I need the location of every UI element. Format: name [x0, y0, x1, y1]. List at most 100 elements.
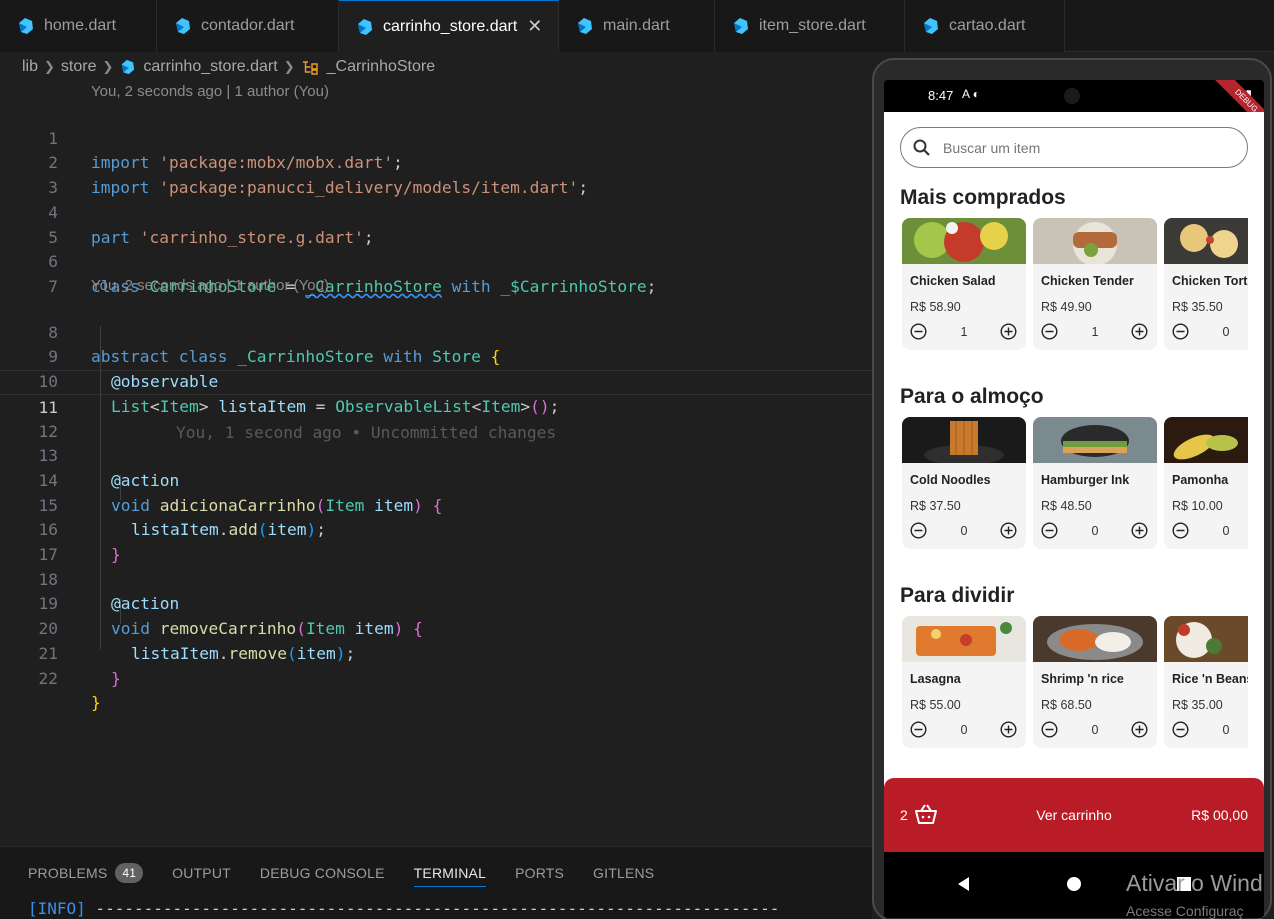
section-title: Mais comprados	[900, 186, 1066, 209]
plus-circle-icon[interactable]	[1000, 522, 1017, 539]
plus-circle-icon[interactable]	[1131, 323, 1148, 340]
minus-circle-icon[interactable]	[910, 721, 927, 738]
code-line: 20 listaItem.remove(item);	[0, 592, 872, 663]
editor-tab-bar: home.dart contador.dart carrinho_store.d…	[0, 0, 1274, 52]
code-editor[interactable]: You, 2 seconds ago | 1 author (You) 1 im…	[0, 80, 872, 840]
product-card[interactable]: Lasagna R$ 55.00 0	[902, 616, 1026, 748]
minus-circle-icon[interactable]	[910, 323, 927, 340]
product-card[interactable]: Rice 'n Beans R$ 35.00 0	[1164, 616, 1248, 748]
phone-screen: 8:47 A ◐ ▼ ▮ DEBUG Mais comprados Chicke…	[884, 80, 1264, 918]
tab-cartao-dart[interactable]: cartao.dart	[905, 0, 1065, 52]
codelens-blame[interactable]: You, 2 seconds ago | 1 author (You)	[0, 274, 872, 299]
panel-tabs: PROBLEMS 41 OUTPUT DEBUG CONSOLE TERMINAL…	[28, 859, 683, 887]
product-card[interactable]: Chicken Tort R$ 35.50 0	[1164, 218, 1248, 350]
tab-label: DEBUG CONSOLE	[259, 865, 385, 881]
tab-output[interactable]: OUTPUT	[172, 859, 231, 887]
food-image	[1164, 417, 1248, 463]
tab-carrinho-store-dart[interactable]: carrinho_store.dart ✕	[339, 0, 559, 52]
plus-circle-icon[interactable]	[1000, 721, 1017, 738]
tab-gitlens[interactable]: GITLENS	[593, 859, 654, 887]
product-price: R$ 37.50	[910, 499, 961, 513]
minus-circle-icon[interactable]	[1172, 323, 1189, 340]
product-card[interactable]: Chicken Salad R$ 58.90 1	[902, 218, 1026, 350]
product-card[interactable]: Chicken Tender R$ 49.90 1	[1033, 218, 1157, 350]
tab-terminal[interactable]: TERMINAL	[413, 859, 487, 887]
minus-circle-icon[interactable]	[1172, 721, 1189, 738]
dart-file-icon	[358, 18, 372, 35]
codelens-blame[interactable]: You, 2 seconds ago | 1 author (You)	[0, 80, 872, 105]
tab-debug-console[interactable]: DEBUG CONSOLE	[260, 859, 385, 887]
code-line: 15 listaItem.add(item);	[0, 469, 872, 540]
search-input[interactable]	[943, 138, 1233, 158]
code-line: 3	[0, 151, 872, 197]
terminal-info-tag: [INFO]	[28, 899, 86, 918]
tab-item-store-dart[interactable]: item_store.dart	[715, 0, 905, 52]
tab-contador-dart[interactable]: contador.dart	[157, 0, 339, 52]
food-image	[1033, 616, 1157, 662]
dart-file-icon	[122, 59, 135, 75]
code-line: 9 @observable	[0, 321, 872, 391]
blame-annotation[interactable]: You, 2 seconds ago | 1 author (You)	[91, 80, 329, 105]
terminal-output[interactable]: [INFO] ---------------------------------…	[28, 899, 779, 918]
dart-file-icon	[19, 18, 33, 34]
minus-circle-icon[interactable]	[1041, 721, 1058, 738]
tab-home-dart[interactable]: home.dart	[0, 0, 157, 52]
quantity-value: 0	[960, 524, 968, 538]
breadcrumb-symbol[interactable]: _CarrinhoStore	[327, 58, 436, 76]
product-card[interactable]: Shrimp 'n rice R$ 68.50 0	[1033, 616, 1157, 748]
search-field[interactable]	[900, 127, 1248, 168]
dart-file-icon	[176, 18, 190, 34]
code-line: 1 import 'package:mobx/mobx.dart';	[0, 102, 872, 173]
tab-label: GITLENS	[593, 865, 655, 881]
breadcrumb: lib ❯ store ❯ carrinho_store.dart ❯ _Car…	[0, 52, 870, 82]
quantity-value: 0	[1222, 325, 1230, 339]
breadcrumb-store[interactable]: store	[61, 58, 97, 76]
code-line: 4 part 'carrinho_store.g.dart';	[0, 176, 872, 247]
tab-ports[interactable]: PORTS	[515, 859, 564, 887]
code-line: 16 }	[0, 494, 872, 564]
code-line: 5	[0, 201, 872, 247]
chevron-right-icon: ❯	[283, 59, 295, 74]
plus-circle-icon[interactable]	[1131, 522, 1148, 539]
view-cart-button[interactable]: 2 Ver carrinho R$ 00,00	[884, 778, 1264, 852]
quantity-value: 0	[1222, 524, 1230, 538]
tab-label: TERMINAL	[413, 864, 487, 881]
plus-circle-icon[interactable]	[1131, 721, 1148, 738]
dart-file-icon	[578, 18, 592, 34]
product-card[interactable]: Pamonha R$ 10.00 0	[1164, 417, 1248, 549]
tab-main-dart[interactable]: main.dart	[559, 0, 715, 52]
minus-circle-icon[interactable]	[910, 522, 927, 539]
product-price: R$ 35.50	[1172, 300, 1223, 314]
status-icons: A ◐	[962, 87, 980, 101]
product-card[interactable]: Hamburger Ink R$ 48.50 0	[1033, 417, 1157, 549]
product-name: Hamburger Ink	[1041, 473, 1130, 487]
terminal-text: ----------------------------------------…	[85, 899, 780, 918]
code-line: 7	[0, 250, 872, 296]
product-name: Chicken Tort	[1172, 274, 1248, 288]
quantity-value: 0	[960, 723, 968, 737]
close-icon[interactable]: ✕	[527, 16, 542, 37]
breadcrumb-file[interactable]: carrinho_store.dart	[143, 58, 277, 76]
minus-circle-icon[interactable]	[1172, 522, 1189, 539]
minus-circle-icon[interactable]	[1041, 522, 1058, 539]
back-icon[interactable]	[954, 874, 974, 894]
product-card[interactable]: Cold Noodles R$ 37.50 0	[902, 417, 1026, 549]
tab-label: home.dart	[44, 17, 117, 34]
blame-annotation[interactable]: You, 2 seconds ago | 1 author (You)	[91, 274, 329, 299]
minus-circle-icon[interactable]	[1041, 323, 1058, 340]
product-price: R$ 68.50	[1041, 698, 1092, 712]
breadcrumb-lib[interactable]: lib	[22, 58, 38, 76]
home-icon[interactable]	[1064, 874, 1084, 894]
dart-file-icon	[734, 18, 748, 34]
tab-problems[interactable]: PROBLEMS 41	[28, 859, 144, 887]
food-image	[902, 616, 1026, 662]
problems-count-badge: 41	[115, 863, 144, 883]
bottom-panel: PROBLEMS 41 OUTPUT DEBUG CONSOLE TERMINAL…	[0, 846, 872, 919]
plus-circle-icon[interactable]	[1000, 323, 1017, 340]
food-image	[902, 417, 1026, 463]
windows-activation-subtitle: Acesse Configuraç	[1126, 903, 1244, 919]
code-line-current: 11 You, 1 second ago • Uncommitted chang…	[0, 370, 872, 442]
code-line: 12	[0, 395, 872, 441]
food-image	[1033, 218, 1157, 264]
quantity-value: 0	[1091, 524, 1099, 538]
